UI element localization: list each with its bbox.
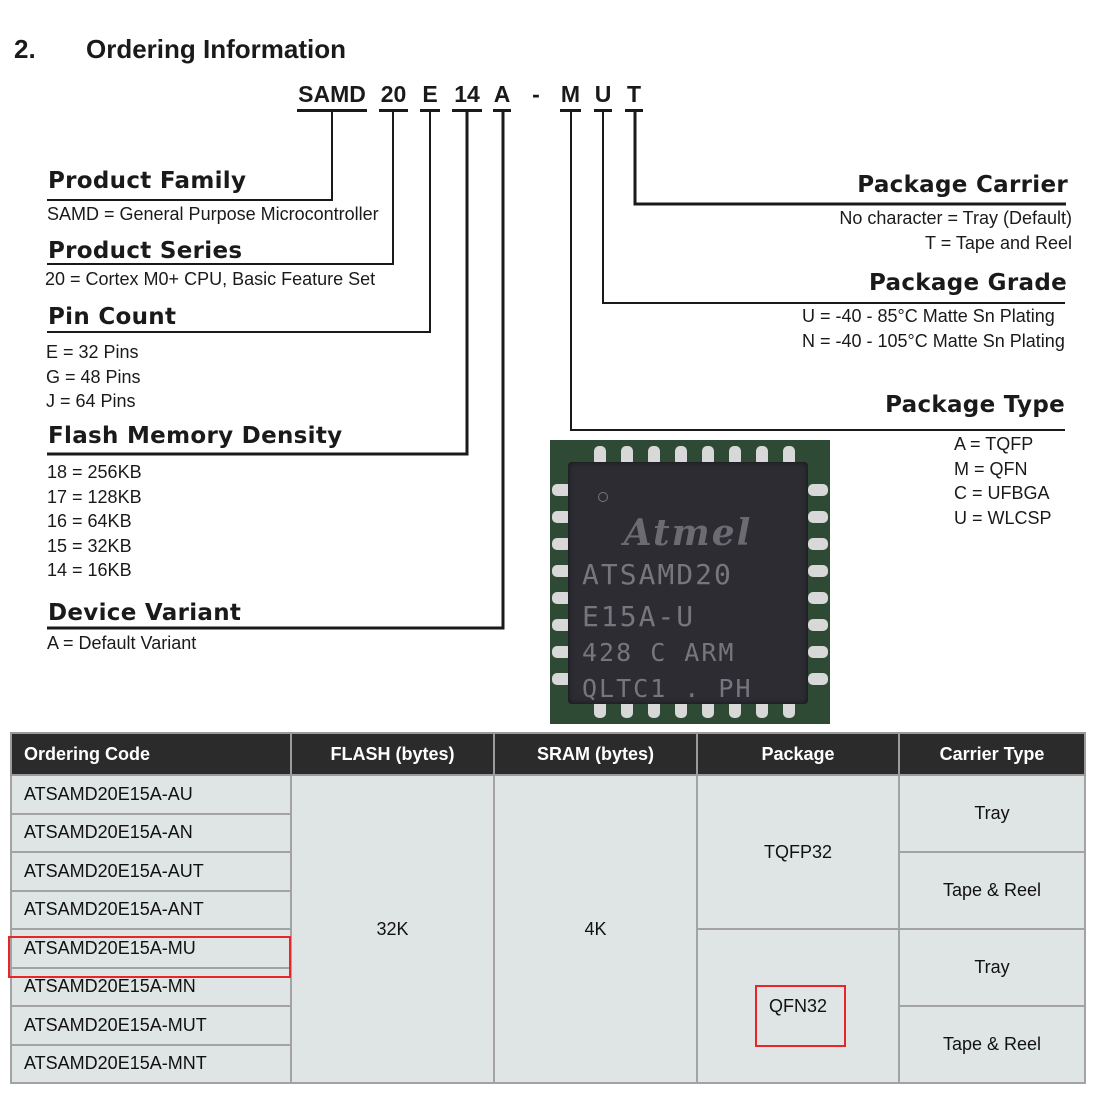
field-title-device-variant: Device Variant (48, 600, 242, 626)
chip-marking-line: 428 C ARM (582, 638, 736, 667)
carrier-cell: Tape & Reel (898, 1005, 1086, 1084)
field-title-package-grade: Package Grade (869, 270, 1067, 296)
ordering-code-cell: ATSAMD20E15A-MUT (10, 1005, 292, 1046)
field-lines-package-carrier: No character = Tray (Default) T = Tape a… (839, 206, 1072, 255)
field-line: T = Tape and Reel (925, 232, 1072, 253)
field-lines-package-type: A = TQFP M = QFN C = UFBGA U = WLCSP (954, 432, 1052, 530)
carrier-cell: Tray (898, 928, 1086, 1007)
field-line: 16 = 64KB (47, 511, 132, 531)
field-line-product-family: SAMD = General Purpose Microcontroller (47, 204, 379, 224)
column-header-sram: SRAM (bytes) (493, 732, 698, 776)
chip-marking-line: QLTC1 . PH (582, 674, 753, 703)
ordering-code-cell: ATSAMD20E15A-MN (10, 966, 292, 1007)
flash-cell: 32K (290, 774, 495, 1084)
field-title-flash-density: Flash Memory Density (48, 423, 343, 449)
field-lines-package-grade: U = -40 - 85°C Matte Sn Plating N = -40 … (802, 304, 1065, 353)
column-header-package: Package (696, 732, 900, 776)
field-line: M = QFN (954, 458, 1028, 479)
field-title-package-carrier: Package Carrier (857, 172, 1068, 198)
chip-pin (808, 484, 828, 496)
field-line: U = -40 - 85°C Matte Sn Plating (802, 306, 1055, 326)
ordering-code-cell: ATSAMD20E15A-ANT (10, 889, 292, 930)
ordering-table: Ordering Code FLASH (bytes) SRAM (bytes)… (10, 732, 1086, 1084)
field-title-package-type: Package Type (885, 392, 1065, 418)
chip-marking-line: E15A-U (582, 600, 696, 633)
field-line: G = 48 Pins (46, 366, 141, 387)
field-line: No character = Tray (Default) (839, 208, 1072, 228)
chip-pin (808, 511, 828, 523)
chip-logo: Atmel (623, 512, 753, 554)
package-cell: TQFP32 (696, 774, 900, 930)
field-title-product-family: Product Family (48, 168, 247, 194)
chip-marking-line: ATSAMD20 (582, 558, 733, 591)
ordering-code-cell: ATSAMD20E15A-MU (10, 928, 292, 969)
pin1-marker (598, 492, 608, 502)
ordering-code-cell: ATSAMD20E15A-AUT (10, 851, 292, 892)
chip-photo: Atmel ATSAMD20 E15A-U 428 C ARM QLTC1 . … (550, 440, 830, 724)
ordering-code-cell: ATSAMD20E15A-MNT (10, 1043, 292, 1084)
field-title-product-series: Product Series (48, 238, 243, 264)
carrier-cell: Tape & Reel (898, 851, 1086, 930)
field-line: 17 = 128KB (47, 486, 142, 507)
field-lines-flash-density: 18 = 256KB 17 = 128KB 16 = 64KB 15 = 32K… (47, 460, 142, 583)
column-header-ordering-code: Ordering Code (10, 732, 292, 776)
sram-cell: 4K (493, 774, 698, 1084)
ordering-code-cell: ATSAMD20E15A-AU (10, 774, 292, 815)
field-line: C = UFBGA (954, 483, 1050, 503)
field-line: 18 = 256KB (47, 462, 142, 482)
table-row: ATSAMD20E15A-AU 32K 4K TQFP32 Tray (10, 774, 1086, 1084)
field-lines-pin-count: E = 32 Pins G = 48 Pins J = 64 Pins (46, 340, 141, 414)
chip-body: Atmel ATSAMD20 E15A-U 428 C ARM QLTC1 . … (568, 462, 808, 704)
chip-pin (808, 538, 828, 550)
field-line: 15 = 32KB (47, 535, 132, 556)
field-line: U = WLCSP (954, 507, 1052, 528)
package-cell: QFN32 (696, 928, 900, 1084)
field-line: A = TQFP (954, 434, 1034, 454)
table-header-row: Ordering Code FLASH (bytes) SRAM (bytes)… (10, 732, 1086, 776)
carrier-cell: Tray (898, 774, 1086, 853)
field-line-product-series: 20 = Cortex M0+ CPU, Basic Feature Set (45, 269, 376, 289)
field-line: E = 32 Pins (46, 342, 139, 362)
column-header-flash: FLASH (bytes) (290, 732, 495, 776)
field-title-pin-count: Pin Count (48, 304, 177, 330)
field-line: N = -40 - 105°C Matte Sn Plating (802, 330, 1065, 351)
column-header-carrier: Carrier Type (898, 732, 1086, 776)
field-line: 14 = 16KB (47, 560, 132, 580)
field-line: J = 64 Pins (46, 391, 136, 411)
field-line-device-variant: A = Default Variant (47, 633, 197, 653)
ordering-code-cell: ATSAMD20E15A-AN (10, 812, 292, 853)
